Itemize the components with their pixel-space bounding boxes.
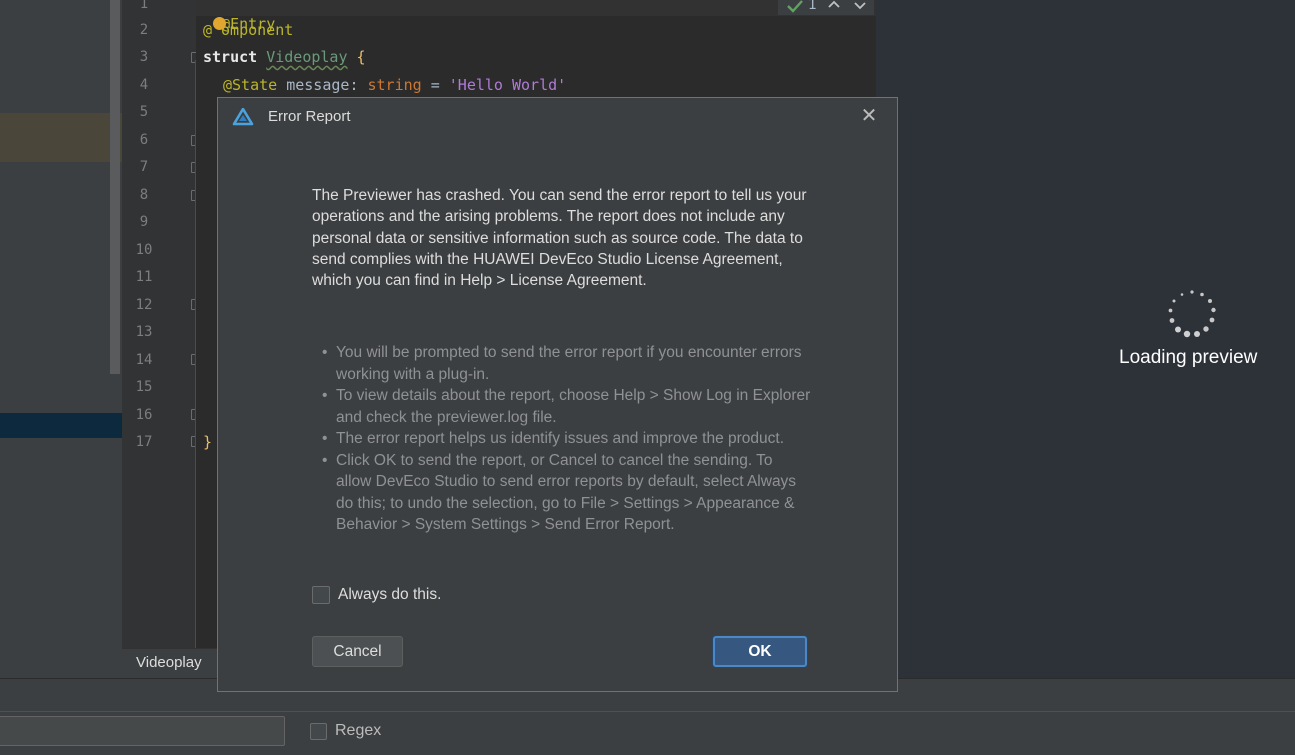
current-line-highlight <box>196 0 876 16</box>
breadcrumb-item[interactable]: Videoplay <box>136 654 202 671</box>
list-item: The error report helps us identify issue… <box>322 428 812 450</box>
line-number: 10 <box>135 242 153 258</box>
line-number: 13 <box>135 324 153 340</box>
line-number: 11 <box>135 269 153 285</box>
tree-row-highlight[interactable] <box>0 113 122 162</box>
line-number: 9 <box>139 214 149 230</box>
tree-row-selected[interactable] <box>0 413 122 438</box>
error-report-dialog: Error Report ✕ The Previewer has crashed… <box>217 97 898 692</box>
ok-button[interactable]: OK <box>713 636 807 667</box>
close-icon[interactable]: ✕ <box>858 106 880 128</box>
dialog-message: The Previewer has crashed. You can send … <box>312 187 807 290</box>
code-type: string <box>367 76 422 94</box>
previewer-pane <box>876 0 1295 678</box>
line-number: 5 <box>139 104 149 120</box>
regex-checkbox[interactable] <box>310 723 327 740</box>
line-number: 17 <box>135 434 153 450</box>
line-number: 6 <box>139 132 149 148</box>
editor-gutter: 1 2 3 4 5 6 7 8 9 10 11 12 13 14 15 16 1… <box>122 0 201 648</box>
code-annotation: @State <box>223 76 278 94</box>
project-panel-scrollbar[interactable] <box>110 0 120 374</box>
list-item: You will be prompted to send the error r… <box>322 342 812 385</box>
deveco-logo-icon <box>232 108 254 126</box>
always-do-this-label[interactable]: Always do this. <box>338 586 441 604</box>
code-brace: } <box>203 433 213 451</box>
dialog-notes-list: You will be prompted to send the error r… <box>322 342 812 536</box>
always-do-this-checkbox[interactable] <box>312 586 330 604</box>
project-panel <box>0 0 122 678</box>
line-number: 7 <box>139 159 149 175</box>
code-annotation: omponent <box>221 21 294 39</box>
inspection-widget[interactable]: 1 <box>778 0 874 15</box>
line-number: 16 <box>135 407 153 423</box>
inspection-count: 1 <box>808 0 817 13</box>
intention-bulb-icon[interactable] <box>213 17 226 30</box>
code-field: message <box>286 76 350 94</box>
list-item: To view details about the report, choose… <box>322 385 812 428</box>
search-input[interactable] <box>0 716 285 746</box>
line-number: 8 <box>139 187 149 203</box>
line-number: 14 <box>135 352 153 368</box>
chevron-down-icon[interactable] <box>854 1 866 11</box>
code-brace: { <box>356 48 366 66</box>
line-number: 2 <box>139 22 149 38</box>
line-number: 1 <box>139 0 149 12</box>
loading-preview-label: Loading preview <box>1119 347 1258 368</box>
line-number: 4 <box>139 77 149 93</box>
line-number: 3 <box>139 49 149 65</box>
code-annotation: @ <box>203 21 213 39</box>
code-line-3: struct Videoplay { <box>203 47 366 67</box>
line-number: 12 <box>135 297 153 313</box>
cancel-button[interactable]: Cancel <box>312 636 403 667</box>
code-identifier: Videoplay <box>266 48 348 66</box>
chevron-up-icon[interactable] <box>828 0 840 10</box>
code-line-17: } <box>203 432 212 452</box>
code-operator: : <box>349 76 359 94</box>
code-keyword: struct <box>203 48 258 66</box>
find-bar: Regex <box>0 711 1295 755</box>
dialog-title: Error Report <box>268 108 351 125</box>
code-string: 'Hello World' <box>448 76 567 94</box>
code-line-4: @State message: string = 'Hello World' <box>223 75 566 95</box>
code-operator: = <box>430 76 440 94</box>
check-icon <box>787 0 803 13</box>
loading-spinner-icon <box>1168 290 1216 338</box>
line-number: 15 <box>135 379 153 395</box>
regex-label: Regex <box>335 722 382 739</box>
list-item: Click OK to send the report, or Cancel t… <box>322 450 812 536</box>
